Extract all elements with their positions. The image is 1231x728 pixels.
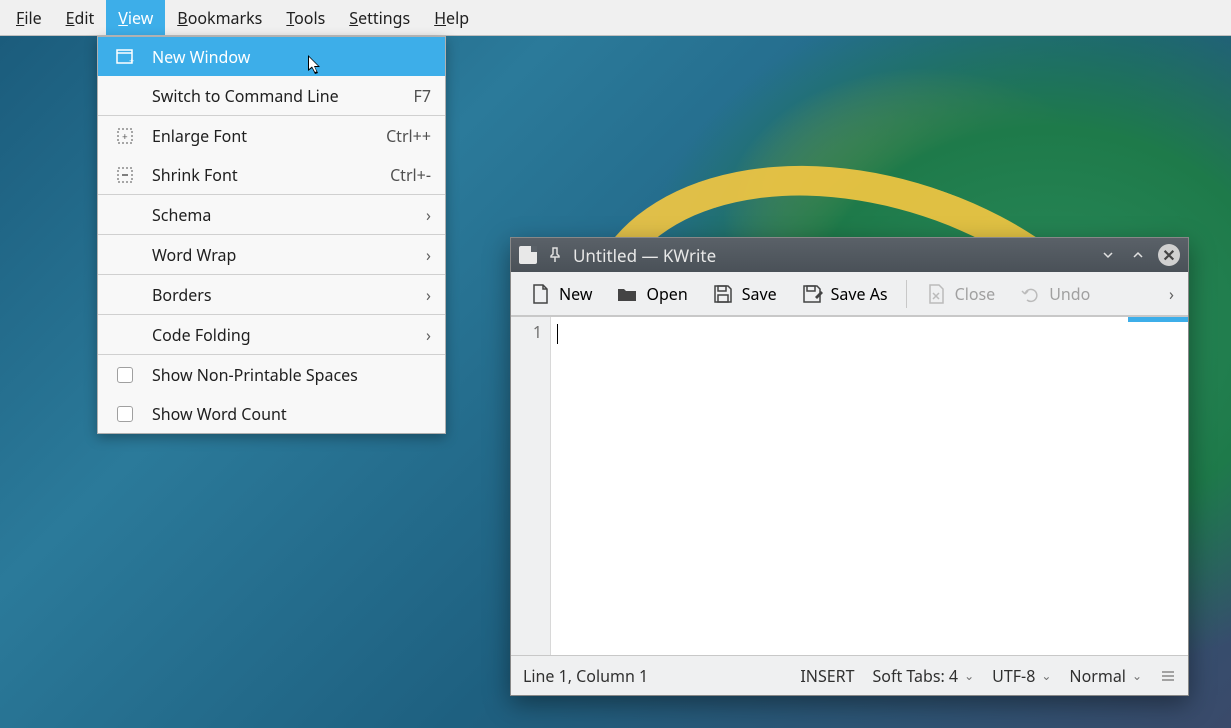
close-doc-button[interactable]: Close [915, 279, 1006, 309]
editor-area: 1 [511, 316, 1188, 655]
statusbar: Line 1, Column 1 INSERT Soft Tabs: 4⌄ UT… [511, 655, 1188, 695]
svg-text:+: + [129, 54, 134, 66]
window-title: Untitled — KWrite [573, 244, 716, 267]
menu-tools[interactable]: Tools [274, 0, 337, 35]
submenu-arrow-icon: › [426, 204, 431, 226]
save-button[interactable]: Save [702, 279, 787, 309]
checkbox-icon [117, 367, 133, 383]
undo-button[interactable]: Undo [1009, 279, 1100, 309]
minimize-button[interactable] [1098, 245, 1118, 265]
kwrite-window: Untitled — KWrite ✕ New Open Save Save A… [510, 237, 1189, 696]
status-tabs[interactable]: Soft Tabs: 4⌄ [872, 665, 974, 687]
document-close-icon [925, 283, 947, 305]
menu-bookmarks[interactable]: Bookmarks [165, 0, 274, 35]
document-save-icon [712, 283, 734, 305]
status-highlight[interactable]: Normal⌄ [1069, 665, 1142, 687]
menuitem-word-wrap[interactable]: Word Wrap › [98, 235, 445, 274]
open-button[interactable]: Open [606, 279, 697, 309]
scrollbar-indicator[interactable] [1128, 317, 1188, 322]
toolbar-overflow-button[interactable]: › [1163, 283, 1180, 305]
line-number-gutter: 1 [511, 317, 551, 655]
menuitem-code-folding[interactable]: Code Folding › [98, 315, 445, 354]
document-open-icon [616, 283, 638, 305]
text-editor[interactable] [551, 317, 1188, 655]
status-encoding[interactable]: UTF-8⌄ [992, 665, 1051, 687]
status-mode[interactable]: INSERT [800, 665, 854, 687]
menuitem-shrink-font[interactable]: Shrink Font Ctrl+- [98, 155, 445, 194]
submenu-arrow-icon: › [426, 244, 431, 266]
menuitem-show-nonprintable[interactable]: Show Non-Printable Spaces [98, 355, 445, 394]
view-menu-dropdown: + New Window Switch to Command Line F7 +… [97, 36, 446, 434]
text-caret [557, 324, 558, 344]
document-new-icon [529, 283, 551, 305]
svg-text:+: + [122, 129, 128, 143]
new-button[interactable]: New [519, 279, 602, 309]
app-icon [519, 246, 537, 264]
document-save-as-icon [801, 283, 823, 305]
chevron-down-icon: ⌄ [964, 667, 974, 684]
new-window-icon: + [98, 48, 152, 66]
window-titlebar[interactable]: Untitled — KWrite ✕ [511, 238, 1188, 272]
submenu-arrow-icon: › [426, 284, 431, 306]
menuitem-new-window[interactable]: + New Window [98, 37, 445, 76]
menuitem-enlarge-font[interactable]: + Enlarge Font Ctrl++ [98, 116, 445, 155]
menu-view[interactable]: View [106, 0, 165, 35]
global-menubar: File Edit View Bookmarks Tools Settings … [0, 0, 1231, 36]
checkbox-icon [117, 406, 133, 422]
close-button[interactable]: ✕ [1158, 244, 1180, 266]
pin-icon[interactable] [547, 247, 563, 263]
zoom-in-icon: + [98, 127, 152, 145]
submenu-arrow-icon: › [426, 324, 431, 346]
toolbar: New Open Save Save As Close Undo › [511, 272, 1188, 316]
status-position[interactable]: Line 1, Column 1 [523, 665, 648, 687]
menuitem-schema[interactable]: Schema › [98, 195, 445, 234]
zoom-out-icon [98, 166, 152, 184]
menu-edit[interactable]: Edit [54, 0, 107, 35]
menuitem-switch-cmdline[interactable]: Switch to Command Line F7 [98, 76, 445, 115]
save-as-button[interactable]: Save As [791, 279, 898, 309]
maximize-button[interactable] [1128, 245, 1148, 265]
chevron-down-icon: ⌄ [1132, 667, 1142, 684]
chevron-down-icon: ⌄ [1041, 667, 1051, 684]
menuitem-borders[interactable]: Borders › [98, 275, 445, 314]
toolbar-separator [906, 280, 907, 308]
menu-settings[interactable]: Settings [337, 0, 422, 35]
edit-undo-icon [1019, 283, 1041, 305]
menuitem-show-word-count[interactable]: Show Word Count [98, 394, 445, 433]
menu-help[interactable]: Help [422, 0, 481, 35]
statusbar-menu-icon[interactable] [1160, 668, 1176, 684]
menu-file[interactable]: File [4, 0, 54, 35]
